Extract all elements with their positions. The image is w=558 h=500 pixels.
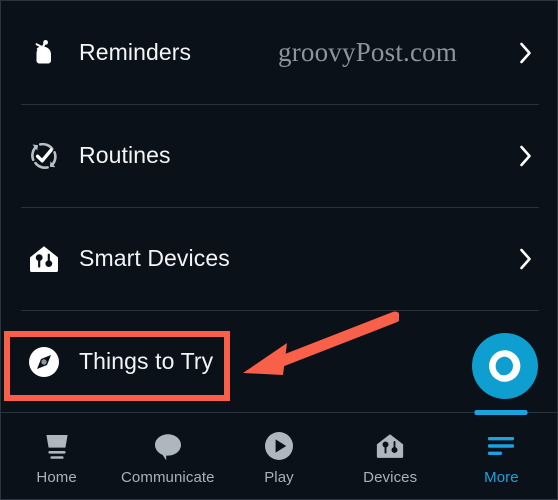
menu-item-label: Routines xyxy=(79,142,171,168)
smart-home-icon xyxy=(374,430,406,462)
menu-item-label: Smart Devices xyxy=(79,245,230,271)
menu-item-routines[interactable]: Routines xyxy=(1,104,557,207)
nav-item-label: Play xyxy=(264,469,294,486)
alexa-ring-icon xyxy=(489,350,521,382)
reminder-hand-icon xyxy=(17,36,71,70)
settings-menu-list: Reminders Routines Smart Devices Things … xyxy=(1,1,557,413)
alexa-voice-button[interactable] xyxy=(472,333,538,399)
nav-item-devices[interactable]: Devices xyxy=(335,413,446,499)
menu-item-label: Things to Try xyxy=(79,348,214,374)
echo-device-icon xyxy=(41,430,73,462)
menu-item-label: Reminders xyxy=(79,39,192,65)
chevron-right-icon[interactable] xyxy=(517,143,535,169)
routines-loop-icon xyxy=(17,139,71,173)
nav-item-play[interactable]: Play xyxy=(223,413,334,499)
nav-item-label: Devices xyxy=(363,469,418,486)
chevron-right-icon[interactable] xyxy=(517,40,535,66)
menu-item-reminders[interactable]: Reminders xyxy=(1,1,557,104)
bottom-navigation-bar: Home Communicate Play Devices More xyxy=(1,410,557,499)
chevron-right-icon[interactable] xyxy=(517,246,535,272)
speech-bubble-icon xyxy=(152,430,184,462)
menu-item-smart-devices[interactable]: Smart Devices xyxy=(1,207,557,310)
active-tab-indicator xyxy=(474,410,528,415)
compass-icon xyxy=(17,344,71,380)
nav-item-home[interactable]: Home xyxy=(1,413,112,499)
play-circle-icon xyxy=(263,430,295,462)
hamburger-menu-icon xyxy=(485,430,517,462)
nav-item-label: Home xyxy=(36,469,77,486)
nav-item-label: Communicate xyxy=(120,469,215,486)
nav-item-more[interactable]: More xyxy=(446,410,557,499)
alexa-app-screen: Reminders Routines Smart Devices Things … xyxy=(0,0,558,500)
nav-item-label: More xyxy=(484,469,519,486)
smart-home-icon xyxy=(17,242,71,276)
nav-item-communicate[interactable]: Communicate xyxy=(112,413,223,499)
